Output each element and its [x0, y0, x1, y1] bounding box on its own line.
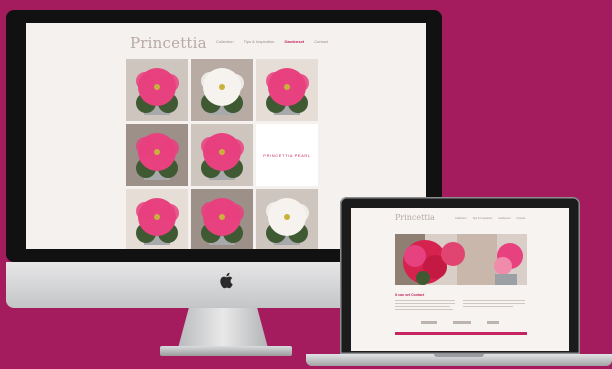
- hero-poinsettia-photo: [395, 234, 527, 285]
- body-text-line: [463, 300, 525, 301]
- body-text-line: [463, 303, 525, 304]
- poinsettia-white-photo[interactable]: [191, 59, 253, 121]
- partner-logo: [453, 321, 471, 324]
- nav-item-tips[interactable]: Tips & Inspiration: [472, 217, 492, 220]
- poinsettia-pink-photo[interactable]: [126, 189, 188, 249]
- laptop-base: [306, 354, 612, 366]
- body-text-line: [395, 303, 455, 304]
- imac-stand-neck: [178, 308, 268, 348]
- nav-item-collection[interactable]: Collection: [455, 217, 466, 220]
- photo-gallery: Princettia pearl: [126, 59, 318, 249]
- site-logo-small[interactable]: Princettia: [395, 213, 435, 222]
- site-nav-small: Collection Tips & Inspiration Gardenset …: [455, 217, 525, 220]
- nav-item-tips[interactable]: Tips & Inspiration: [244, 39, 275, 44]
- poinsettia-pink-photo[interactable]: [191, 124, 253, 186]
- nav-item-gardenset[interactable]: Gardenset: [284, 39, 304, 44]
- gallery-tile-label: Princettia pearl: [263, 152, 311, 158]
- laptop-screen: Princettia Collection Tips & Inspiration…: [351, 208, 569, 351]
- poinsettia-white-photo[interactable]: [256, 189, 318, 249]
- poinsettia-pink-photo[interactable]: [126, 59, 188, 121]
- body-text-line: [395, 306, 450, 307]
- poinsettia-pink-photo[interactable]: [256, 59, 318, 121]
- partner-logo: [421, 321, 437, 324]
- partner-logo: [487, 321, 499, 324]
- nav-item-collection[interactable]: Collection: [216, 39, 234, 44]
- site-logo[interactable]: Princettia: [130, 34, 207, 52]
- section-title: It can set Contact: [395, 293, 425, 297]
- apple-logo-icon: [220, 272, 233, 289]
- nav-item-contact[interactable]: Contact: [516, 217, 525, 220]
- body-text-line: [395, 300, 455, 301]
- body-text-line: [463, 306, 513, 307]
- gallery-text-tile[interactable]: Princettia pearl: [256, 124, 318, 186]
- nav-item-contact[interactable]: Contact: [314, 39, 328, 44]
- footer-bar: [395, 332, 527, 335]
- poinsettia-pink-photo[interactable]: [191, 189, 253, 249]
- body-text-line: [395, 309, 453, 310]
- poinsettia-pink-photo[interactable]: [126, 124, 188, 186]
- laptop-notch: [434, 354, 484, 357]
- site-nav: Collection Tips & Inspiration Gardenset …: [216, 39, 328, 44]
- imac-stand-foot: [160, 346, 292, 356]
- nav-item-gardenset[interactable]: Gardenset: [498, 217, 510, 220]
